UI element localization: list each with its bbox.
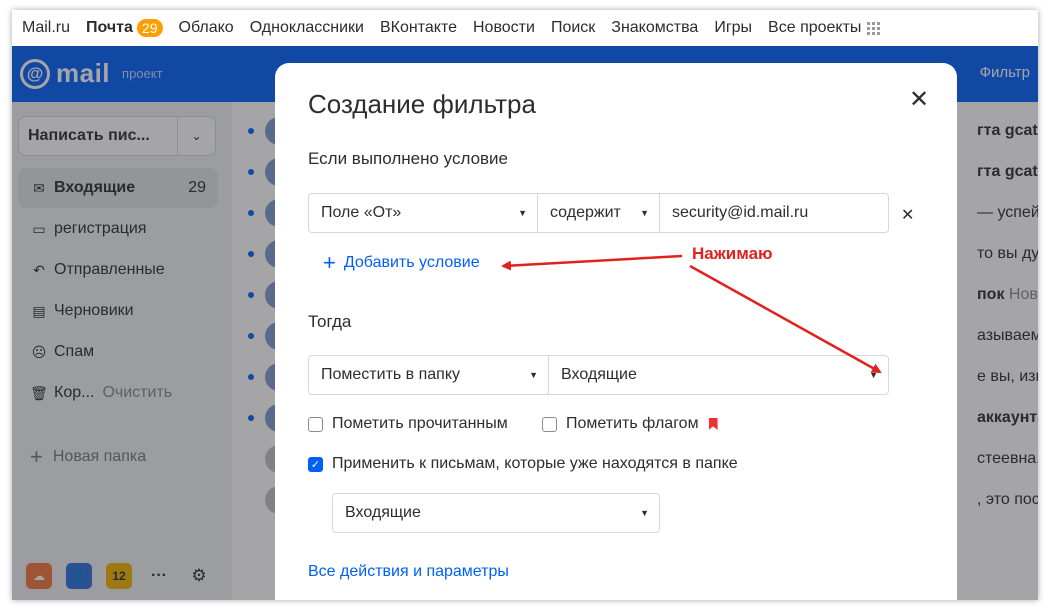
apply-existing-checkbox[interactable]: ✓ Применить к письмам, которые уже наход…: [308, 455, 738, 473]
mark-read-label: Пометить прочитанным: [332, 415, 508, 432]
browser-frame: Mail.ru Почта 29 Облако Одноклассники ВКо…: [12, 10, 1038, 600]
portal-link-games[interactable]: Игры: [714, 19, 752, 37]
caret-down-icon: ▼: [640, 508, 649, 518]
portal-link-mail[interactable]: Почта 29: [86, 19, 163, 37]
portal-link-vk[interactable]: ВКонтакте: [380, 19, 457, 37]
condition-heading: Если выполнено условие: [308, 149, 509, 168]
condition-field-select[interactable]: Поле «От» ▼: [309, 194, 538, 232]
then-heading: Тогда: [308, 312, 352, 331]
condition-row: Поле «От» ▼ содержит ▼ security@id.mail.…: [308, 193, 889, 233]
mark-read-checkbox[interactable]: Пометить прочитанным: [308, 415, 508, 433]
remove-condition-icon[interactable]: ✕: [901, 205, 914, 225]
action-row: Поместить в папку ▼ Входящие ▼: [308, 355, 889, 395]
all-projects-label: Все проекты: [768, 19, 862, 36]
caret-down-icon: ▼: [640, 208, 649, 218]
apply-folder-select[interactable]: Входящие ▼: [332, 493, 660, 533]
annotation-label: Нажимаю: [692, 244, 773, 263]
caret-down-icon: ▼: [529, 370, 538, 380]
caret-down-icon: ▼: [518, 208, 527, 218]
portal-link-dating[interactable]: Знакомства: [611, 19, 698, 37]
close-icon[interactable]: ✕: [907, 88, 931, 113]
portal-link-cloud[interactable]: Облако: [179, 19, 234, 37]
grid-icon: [867, 21, 881, 35]
mark-flag-checkbox[interactable]: Пометить флагом: [542, 415, 718, 433]
apply-existing-label: Применить к письмам, которые уже находят…: [332, 455, 738, 472]
portal-link-search[interactable]: Поиск: [551, 19, 595, 37]
checkbox-box: [308, 416, 323, 432]
dialog-title: Создание фильтра: [308, 89, 536, 119]
mark-flag-label: Пометить флагом: [566, 415, 699, 432]
flag-icon: [708, 418, 718, 430]
all-actions-link[interactable]: Все действия и параметры: [308, 563, 509, 581]
portal-link-news[interactable]: Новости: [473, 19, 535, 37]
create-filter-dialog: Создание фильтра ✕ Если выполнено услови…: [275, 63, 957, 600]
checkbox-box-checked: ✓: [308, 456, 323, 472]
checkbox-box: [542, 416, 557, 432]
portal-link-ok[interactable]: Одноклассники: [250, 19, 364, 37]
mail-unread-badge: 29: [136, 19, 163, 37]
add-condition-link[interactable]: + Добавить условие: [323, 250, 480, 275]
plus-icon: +: [323, 250, 336, 275]
add-condition-label: Добавить условие: [343, 254, 480, 271]
portal-link-mail-label: Почта: [86, 19, 133, 36]
condition-operator-select[interactable]: содержит ▼: [538, 194, 660, 232]
caret-down-icon: ▼: [869, 370, 878, 380]
condition-value-input[interactable]: security@id.mail.ru: [660, 194, 888, 232]
portal-bar: Mail.ru Почта 29 Облако Одноклассники ВКо…: [12, 10, 1038, 46]
apply-folder-value: Входящие: [345, 504, 421, 521]
action-folder-value: Входящие: [561, 366, 637, 383]
action-folder-select[interactable]: Входящие ▼: [549, 356, 888, 394]
action-type-select[interactable]: Поместить в папку ▼: [309, 356, 549, 394]
condition-value-text: security@id.mail.ru: [672, 204, 809, 221]
portal-link-mailru[interactable]: Mail.ru: [22, 19, 70, 37]
condition-operator-value: содержит: [550, 204, 621, 221]
portal-link-all-projects[interactable]: Все проекты: [768, 19, 881, 37]
condition-field-value: Поле «От»: [321, 204, 402, 221]
action-type-value: Поместить в папку: [321, 366, 461, 383]
